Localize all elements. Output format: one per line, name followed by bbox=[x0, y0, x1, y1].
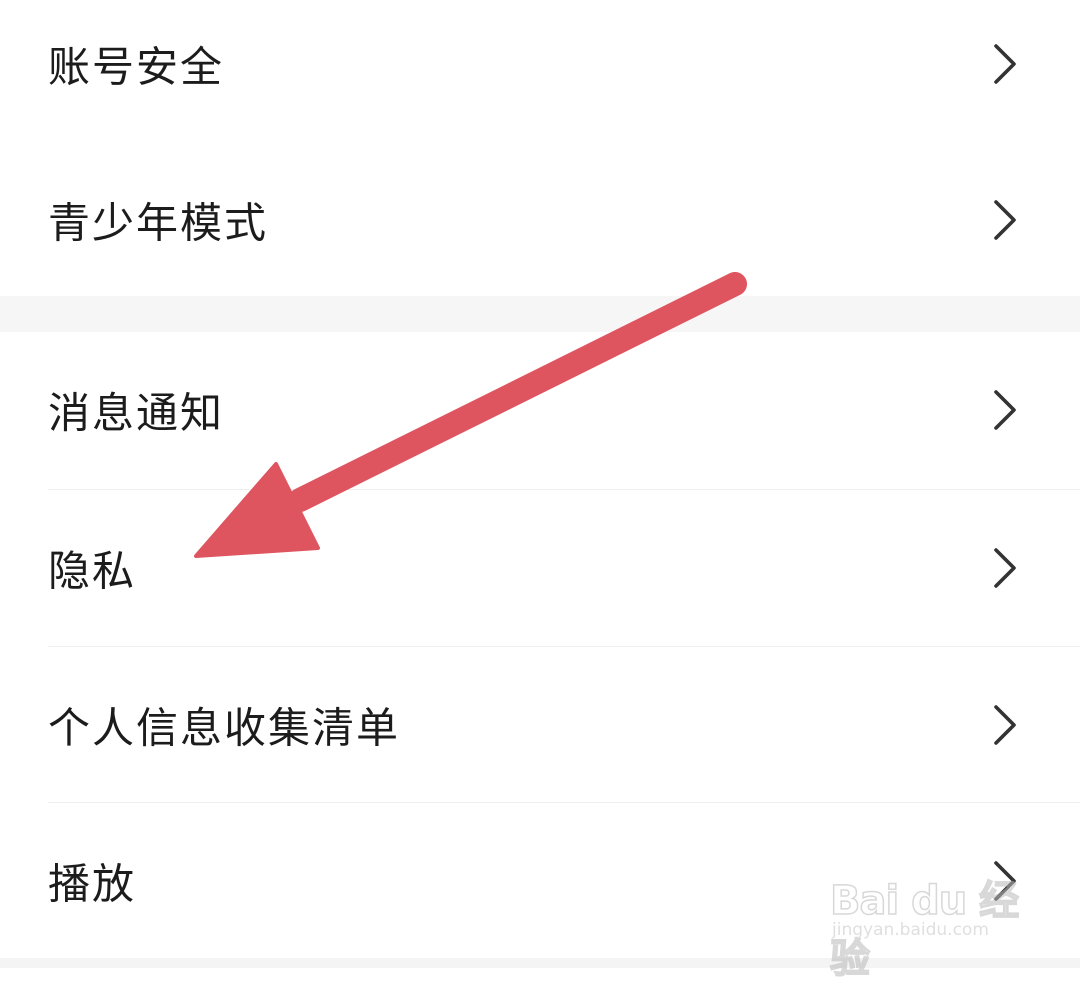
settings-item-label: 个人信息收集清单 bbox=[48, 703, 401, 753]
settings-item-label: 青少年模式 bbox=[48, 198, 269, 248]
chevron-right-icon bbox=[994, 861, 1016, 901]
settings-item-account-security[interactable]: 账号安全 bbox=[0, 0, 1080, 142]
settings-group-2: 消息通知 隐私 个人信息收集清单 播放 bbox=[0, 332, 1080, 958]
settings-item-label: 隐私 bbox=[48, 546, 137, 596]
chevron-right-icon bbox=[994, 390, 1016, 430]
settings-item-teen-mode[interactable]: 青少年模式 bbox=[0, 142, 1080, 298]
settings-item-label: 账号安全 bbox=[48, 42, 225, 92]
settings-item-playback[interactable]: 播放 bbox=[0, 803, 1080, 959]
chevron-right-icon bbox=[994, 705, 1016, 745]
settings-item-label: 消息通知 bbox=[48, 388, 225, 438]
settings-item-notifications[interactable]: 消息通知 bbox=[0, 332, 1080, 488]
settings-item-personal-info-list[interactable]: 个人信息收集清单 bbox=[0, 647, 1080, 803]
bottom-gap bbox=[0, 958, 1080, 968]
section-gap bbox=[0, 296, 1080, 332]
chevron-right-icon bbox=[994, 44, 1016, 84]
settings-item-label: 播放 bbox=[48, 859, 137, 909]
chevron-right-icon bbox=[994, 200, 1016, 240]
chevron-right-icon bbox=[994, 548, 1016, 588]
settings-item-privacy[interactable]: 隐私 bbox=[0, 490, 1080, 646]
settings-group-1: 账号安全 青少年模式 bbox=[0, 0, 1080, 296]
